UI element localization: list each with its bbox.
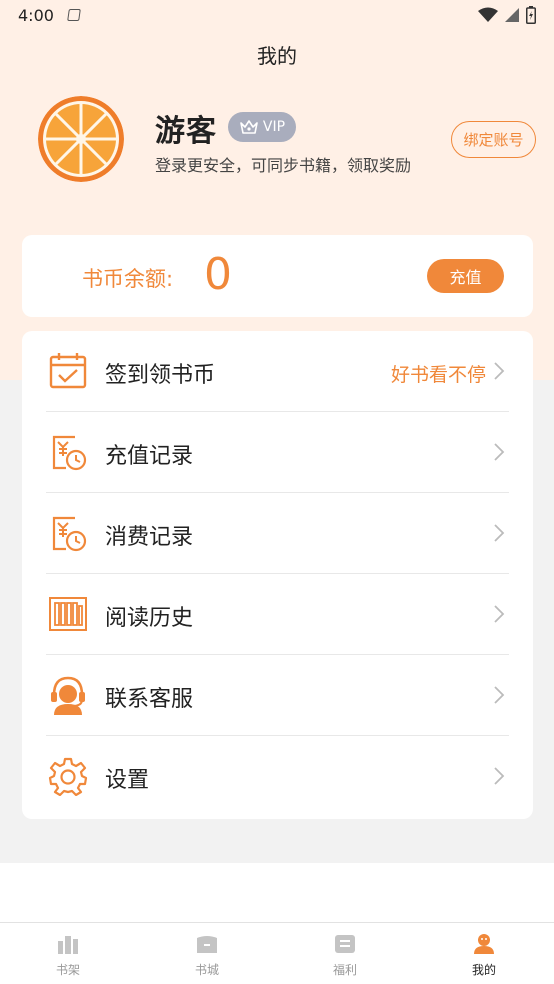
tab-welfare[interactable]: 福利 (305, 923, 385, 984)
status-icons (478, 6, 536, 24)
sim-card-icon (67, 9, 81, 21)
chevron-right-icon (494, 443, 505, 461)
menu-item-extra: 好书看不停 (390, 364, 486, 386)
bottom-tab-bar: 书架 书城 福利 我的 (0, 922, 554, 984)
tab-label: 书城 (194, 963, 219, 977)
user-name: 游客 (155, 114, 217, 149)
chevron-right-icon (494, 767, 505, 785)
balance-label: 书币余额: (82, 267, 174, 291)
vip-badge: VIP (228, 112, 296, 142)
tab-label: 书架 (55, 963, 80, 977)
menu-item-label: 充值记录 (105, 444, 194, 469)
signal-icon (505, 8, 519, 22)
menu-list: 签到领书币 好书看不停 充值记录 消费记录 阅读历史 联系客服 设置 (22, 331, 533, 819)
menu-item-label: 签到领书币 (105, 363, 216, 388)
status-bar: 4:00 (0, 0, 554, 30)
menu-item-label: 消费记录 (105, 525, 194, 550)
tab-mine[interactable]: 我的 (444, 923, 524, 984)
user-icon (474, 934, 494, 954)
menu-item-reading-history[interactable]: 阅读历史 (22, 574, 533, 655)
welfare-icon (335, 935, 355, 953)
books-icon (49, 597, 87, 631)
page-title: 我的 (257, 44, 297, 68)
crown-icon (240, 120, 258, 134)
chevron-right-icon (494, 605, 505, 623)
user-description: 登录更安全，可同步书籍，领取奖励 (155, 156, 412, 175)
menu-item-checkin[interactable]: 签到领书币 好书看不停 (22, 331, 533, 412)
balance-value: 0 (204, 249, 232, 300)
calendar-check-icon (49, 353, 87, 389)
customer-service-icon (51, 676, 85, 715)
gear-icon (48, 757, 88, 796)
menu-item-settings[interactable]: 设置 (22, 736, 533, 817)
tab-bookstore[interactable]: 书城 (167, 923, 247, 984)
avatar[interactable] (38, 96, 124, 182)
menu-item-label: 阅读历史 (105, 606, 194, 631)
yuan-clock-icon (52, 435, 87, 471)
chevron-right-icon (494, 524, 505, 542)
tab-label: 福利 (332, 963, 357, 977)
bookstore-icon (197, 936, 217, 953)
menu-item-label: 联系客服 (105, 687, 194, 712)
tab-bookshelf[interactable]: 书架 (28, 923, 108, 984)
status-time: 4:00 (18, 5, 54, 25)
menu-item-label: 设置 (105, 768, 150, 793)
tab-label: 我的 (471, 963, 496, 977)
menu-item-consumption-records[interactable]: 消费记录 (22, 493, 533, 574)
chevron-right-icon (494, 362, 505, 380)
wifi-icon (478, 7, 498, 22)
menu-item-recharge-records[interactable]: 充值记录 (22, 412, 533, 493)
bookshelf-icon (58, 936, 78, 954)
recharge-button[interactable]: 充值 (427, 259, 504, 293)
battery-icon (526, 6, 536, 24)
balance-card: 书币余额: 0 充值 (22, 235, 533, 317)
vip-label: VIP (262, 119, 286, 135)
chevron-right-icon (494, 686, 505, 704)
yuan-clock-icon (52, 516, 87, 552)
menu-item-customer-service[interactable]: 联系客服 (22, 655, 533, 736)
bind-account-button[interactable]: 绑定账号 (451, 121, 536, 158)
